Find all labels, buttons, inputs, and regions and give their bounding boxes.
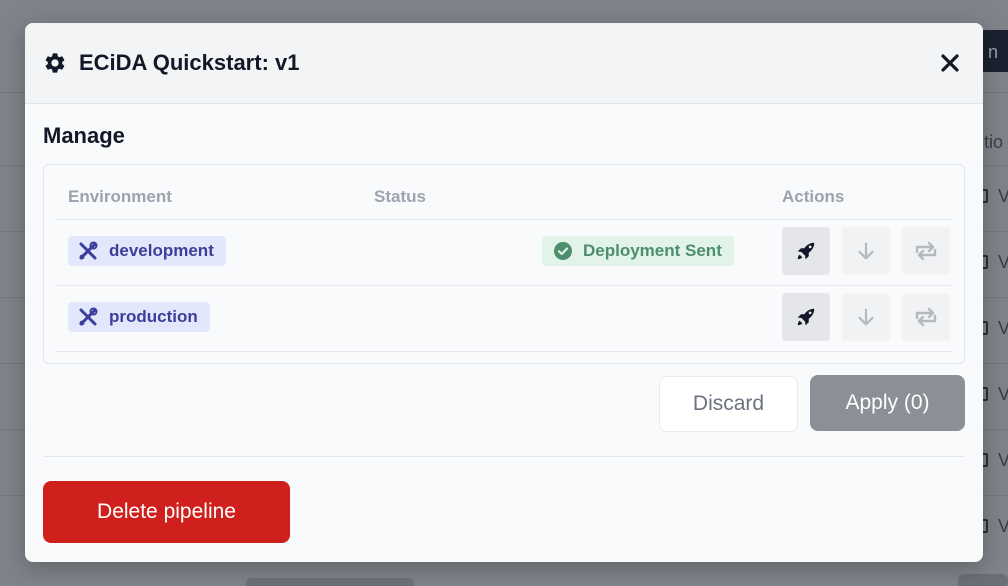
rocket-icon xyxy=(795,306,817,328)
modal-header: ECiDA Quickstart: v1 xyxy=(25,23,983,104)
arrow-down-icon xyxy=(855,240,877,262)
pull-button[interactable] xyxy=(842,293,890,341)
repeat-icon xyxy=(913,240,939,262)
column-header-status: Status xyxy=(374,187,426,206)
bg-pill xyxy=(958,574,1008,586)
column-header-actions: Actions xyxy=(782,187,845,206)
repeat-icon xyxy=(913,306,939,328)
section-title: Manage xyxy=(43,123,125,148)
bg-side-row: V xyxy=(998,186,1008,206)
pipeline-modal: ECiDA Quickstart: v1 Manage Environment … xyxy=(25,23,983,562)
bg-pill xyxy=(246,578,414,586)
arrow-down-icon xyxy=(855,306,877,328)
bg-side-row: V xyxy=(998,516,1008,536)
bg-side-row: V xyxy=(998,318,1008,338)
bg-side-row: V xyxy=(998,450,1008,470)
rocket-icon xyxy=(795,240,817,262)
status-badge: Deployment Sent xyxy=(542,236,734,266)
modal-title: ECiDA Quickstart: v1 xyxy=(79,50,300,75)
header-divider xyxy=(56,219,952,220)
env-badge-production: production xyxy=(68,302,210,332)
environments-table: Environment Status Actions development D… xyxy=(43,164,965,364)
env-badge-development: development xyxy=(68,236,226,266)
section-divider xyxy=(43,456,965,457)
bg-side-header: tio xyxy=(984,132,1004,152)
row-divider xyxy=(56,351,952,352)
redeploy-button[interactable] xyxy=(902,227,950,275)
tools-icon xyxy=(78,307,98,327)
gear-icon xyxy=(43,51,67,75)
deploy-button[interactable] xyxy=(782,227,830,275)
pull-button[interactable] xyxy=(842,227,890,275)
bg-side-row: V xyxy=(998,384,1008,404)
apply-button[interactable]: Apply (0) xyxy=(810,375,965,431)
row-divider xyxy=(56,285,952,286)
delete-pipeline-button[interactable]: Delete pipeline xyxy=(43,481,290,543)
env-name: development xyxy=(109,241,214,260)
env-name: production xyxy=(109,307,198,326)
check-circle-icon xyxy=(554,242,572,260)
column-header-environment: Environment xyxy=(68,187,172,206)
discard-button[interactable]: Discard xyxy=(659,376,798,432)
redeploy-button[interactable] xyxy=(902,293,950,341)
close-icon[interactable] xyxy=(938,51,962,75)
status-text: Deployment Sent xyxy=(583,241,722,260)
bg-side-row: V xyxy=(998,252,1008,272)
deploy-button[interactable] xyxy=(782,293,830,341)
tools-icon xyxy=(78,241,98,261)
